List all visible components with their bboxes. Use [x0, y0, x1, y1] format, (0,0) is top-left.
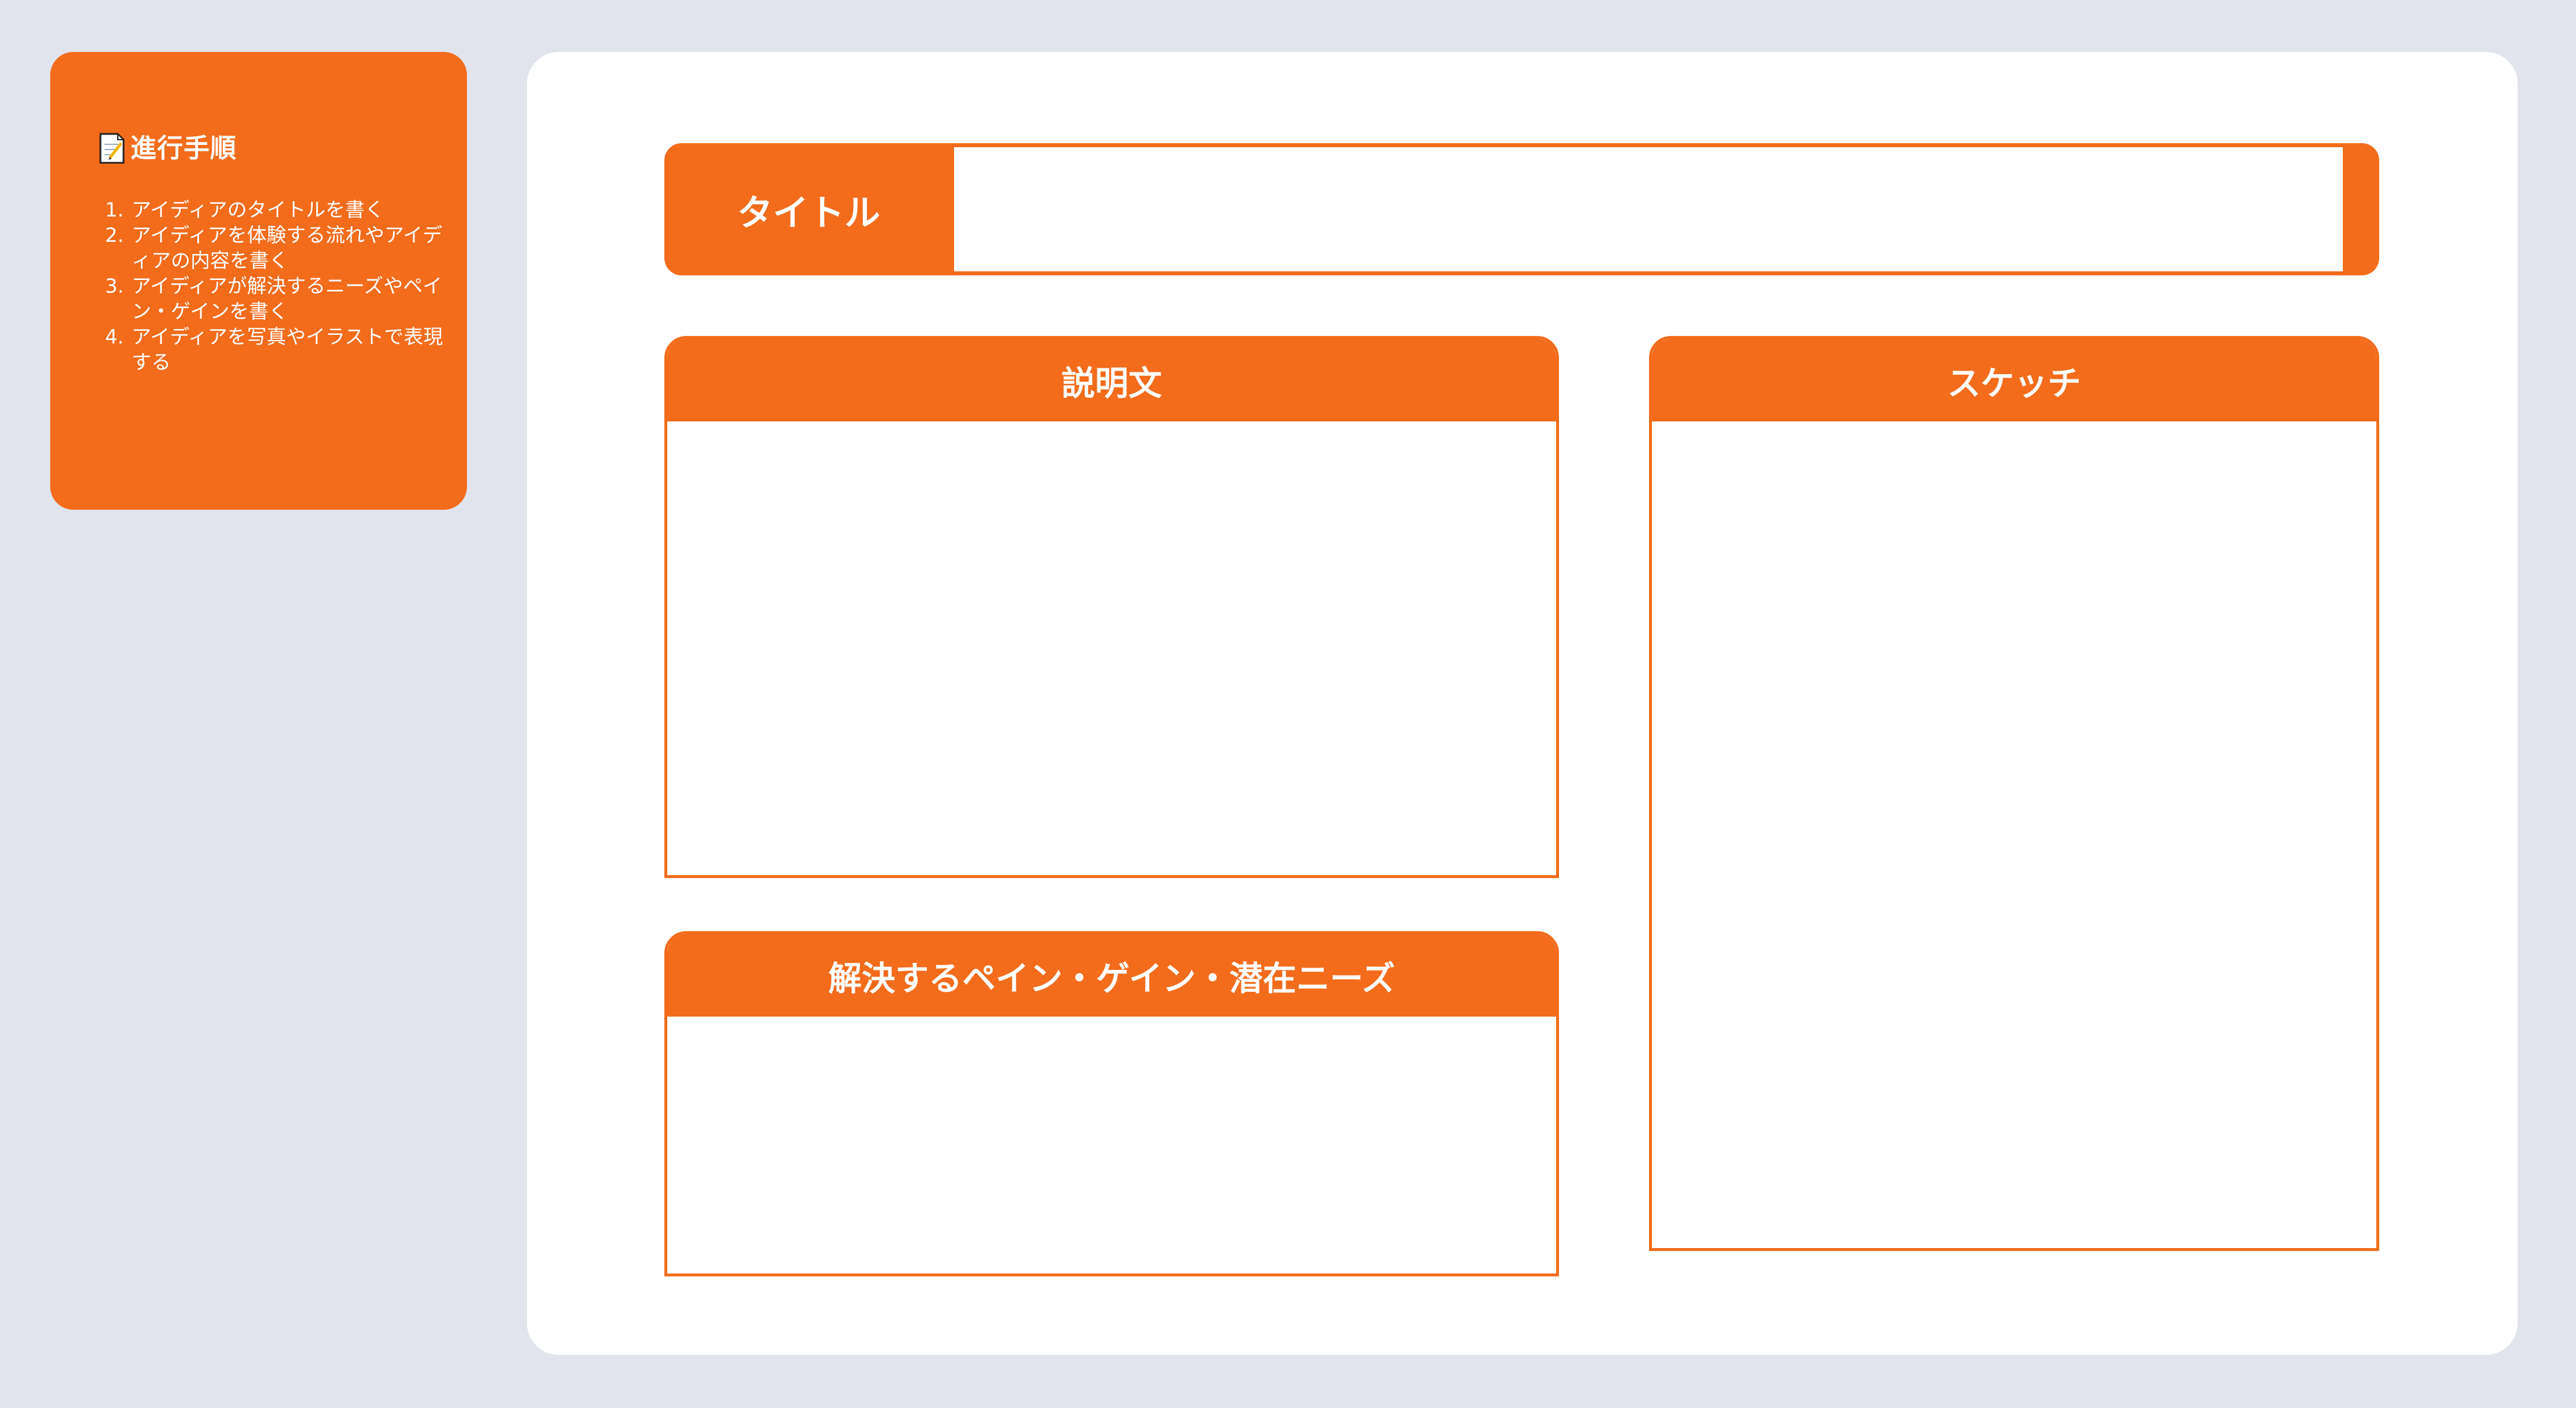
- description-textarea[interactable]: [667, 421, 1556, 875]
- instructions-header: 進行手順: [99, 132, 237, 164]
- sketch-panel: スケッチ: [1649, 336, 2379, 1251]
- instruction-step: 1. アイディアのタイトルを書く: [105, 197, 451, 223]
- step-text: アイディアを体験する流れやアイディアの内容を書く: [132, 224, 443, 272]
- pain-gain-header: 解決するペイン・ゲイン・潜在ニーズ: [667, 934, 1556, 1017]
- step-number: 3.: [105, 275, 124, 298]
- memo-icon: [99, 132, 125, 164]
- step-number: 4.: [105, 326, 124, 349]
- instructions-title: 進行手順: [130, 132, 237, 163]
- description-header: 説明文: [667, 339, 1556, 421]
- instructions-steps: 1. アイディアのタイトルを書く 2. アイディアを体験する流れやアイディアの内…: [105, 197, 451, 375]
- instruction-step: 2. アイディアを体験する流れやアイディアの内容を書く: [105, 223, 451, 274]
- title-label: タイトル: [736, 191, 880, 234]
- instruction-step: 4. アイディアを写真やイラストで表現する: [105, 324, 451, 375]
- step-text: アイディアを写真やイラストで表現する: [132, 326, 443, 374]
- pain-gain-panel: 解決するペイン・ゲイン・潜在ニーズ: [664, 931, 1559, 1276]
- step-number: 1.: [105, 199, 124, 222]
- sketch-header: スケッチ: [1652, 339, 2376, 421]
- title-bar: タイトル: [664, 143, 2379, 275]
- title-input[interactable]: [954, 147, 2343, 271]
- step-number: 2.: [105, 224, 124, 247]
- pain-gain-textarea[interactable]: [667, 1017, 1556, 1273]
- description-panel: 説明文: [664, 336, 1559, 878]
- instruction-step: 3. アイディアが解決するニーズやペイン・ゲインを書く: [105, 274, 451, 324]
- sketch-area[interactable]: [1652, 421, 2376, 1248]
- instructions-card: 進行手順 1. アイディアのタイトルを書く 2. アイディアを体験する流れやアイ…: [50, 52, 467, 510]
- step-text: アイディアが解決するニーズやペイン・ゲインを書く: [132, 275, 443, 323]
- step-text: アイディアのタイトルを書く: [132, 199, 384, 222]
